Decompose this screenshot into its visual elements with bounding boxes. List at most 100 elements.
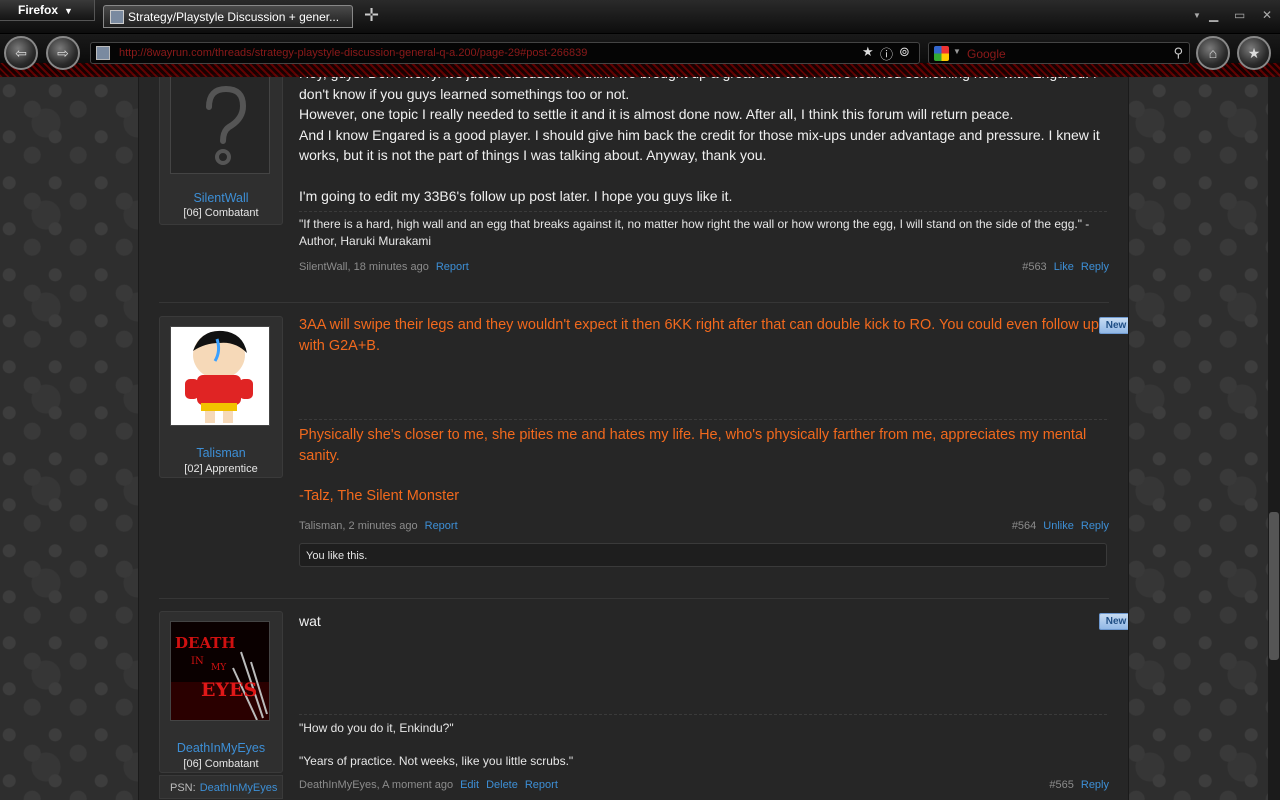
bookmarks-button[interactable]: ★ <box>1237 36 1271 70</box>
chevron-down-icon[interactable]: ▼ <box>953 47 961 56</box>
cartoon-child-icon <box>171 327 269 425</box>
signature-spacer <box>299 737 1109 753</box>
psn-label: PSN: <box>170 782 196 794</box>
likes-summary: You like this. <box>299 543 1107 567</box>
search-placeholder: Google <box>967 47 1006 61</box>
user-panel: DEATH IN MY EYES DeathInMyEyes [06] Comb… <box>159 611 283 773</box>
report-link[interactable]: Report <box>436 261 469 273</box>
avatar-text-in: IN <box>191 656 204 667</box>
close-icon[interactable]: ✕ <box>1262 8 1272 22</box>
home-button[interactable]: ⌂ <box>1196 36 1230 70</box>
avatar[interactable] <box>170 326 270 426</box>
reply-link[interactable]: Reply <box>1081 520 1109 532</box>
post-actions: #563 Like Reply <box>1022 261 1109 273</box>
info-icon[interactable]: ⓘ <box>880 44 893 63</box>
edit-link[interactable]: Edit <box>460 779 479 791</box>
reload-icon[interactable]: ⊚ <box>899 44 910 60</box>
signature-line: Physically she's closer to me, she pitie… <box>299 427 1087 464</box>
post-body: 3AA will swipe their legs and they would… <box>299 317 1099 354</box>
search-bar[interactable]: ▼ Google ⚲ <box>928 42 1190 64</box>
scrollbar-thumb[interactable] <box>1269 512 1279 660</box>
post-number[interactable]: #563 <box>1022 261 1046 273</box>
browser-tab[interactable]: Strategy/Playstyle Discussion + gener... <box>103 5 353 28</box>
post-565: New DEATH IN MY EYES DeathInMyEyes [06] … <box>139 598 1128 800</box>
signature: "If there is a hard, high wall and an eg… <box>299 217 1090 248</box>
user-panel: Talisman [02] Apprentice <box>159 316 283 478</box>
bookmark-star-icon[interactable]: ★ <box>862 44 874 60</box>
unlike-link[interactable]: Unlike <box>1043 520 1074 532</box>
site-identity-icon[interactable] <box>96 46 110 60</box>
like-link[interactable]: Like <box>1054 261 1074 273</box>
signature-spacer <box>299 467 1109 486</box>
reply-link[interactable]: Reply <box>1081 261 1109 273</box>
post-paragraph: I'm going to edit my 33B6's follow up po… <box>299 188 733 204</box>
signature-line: "How do you do it, Enkindu?" <box>299 721 454 735</box>
search-icon[interactable]: ⚲ <box>1173 45 1183 61</box>
arrow-left-icon: ⇦ <box>15 44 27 61</box>
post-spacer <box>299 166 1109 187</box>
username[interactable]: Talisman <box>160 446 282 460</box>
user-title: [06] Combatant <box>183 207 259 219</box>
post-paragraph: However, one topic I really needed to se… <box>299 106 1014 122</box>
signature-line: "Years of practice. Not weeks, like you … <box>299 754 574 768</box>
avatar-text-eyes: EYES <box>201 679 257 701</box>
firefox-menu-button[interactable]: Firefox ▼ <box>0 0 95 21</box>
reply-link[interactable]: Reply <box>1081 779 1109 791</box>
thread-content: SilentWall [06] Combatant Hey, guys! Don… <box>138 77 1129 800</box>
signature: Physically she's closer to me, she pitie… <box>299 425 1109 507</box>
avatar-text-my: MY <box>211 663 227 673</box>
user-title: [02] Apprentice <box>184 463 258 475</box>
tab-list-icon[interactable]: ▼ <box>1193 11 1201 20</box>
post-paragraph: And I know Engared is a good player. I s… <box>299 126 1100 164</box>
post-body: Hey, guys! Don't worry. It's just a disc… <box>299 77 1109 207</box>
delete-link[interactable]: Delete <box>486 779 518 791</box>
post-author-time[interactable]: Talisman, 2 minutes ago <box>299 520 418 532</box>
signature-line: -Talz, The Silent Monster <box>299 488 460 504</box>
chevron-down-icon: ▼ <box>64 6 73 16</box>
psn-value[interactable]: DeathInMyEyes <box>200 782 278 794</box>
post-meta: DeathInMyEyes, A moment ago Edit Delete Rep… <box>299 779 558 791</box>
toolbar-pattern <box>0 63 1280 77</box>
post-author-time[interactable]: SilentWall, 18 minutes ago <box>299 261 429 273</box>
home-icon: ⌂ <box>1208 45 1218 61</box>
username[interactable]: SilentWall <box>160 191 282 205</box>
avatar-text-death: DEATH <box>175 634 236 652</box>
signature-divider <box>299 419 1107 420</box>
google-icon[interactable] <box>934 46 949 61</box>
report-link[interactable]: Report <box>525 779 558 791</box>
tab-title: Strategy/Playstyle Discussion + gener... <box>128 10 340 24</box>
arrow-right-icon: ⇨ <box>57 44 69 61</box>
star-icon: ★ <box>1247 44 1261 61</box>
post-564: New Talisman [02] Apprentice 3AA will sw… <box>139 302 1128 599</box>
maximize-icon[interactable]: ▭ <box>1234 8 1245 22</box>
minimize-icon[interactable]: ▁ <box>1209 8 1218 22</box>
signature-divider <box>299 714 1107 715</box>
user-title: [06] Combatant <box>183 758 259 770</box>
new-tab-icon[interactable]: ✛ <box>364 5 379 26</box>
question-mark-icon <box>171 77 269 173</box>
post-paragraph: Hey, guys! Don't worry. It's just a disc… <box>299 77 1097 102</box>
post-meta: SilentWall, 18 minutes ago Report <box>299 261 469 273</box>
username[interactable]: DeathInMyEyes <box>160 741 282 755</box>
forward-button[interactable]: ⇨ <box>46 36 80 70</box>
scrollbar[interactable] <box>1268 77 1280 800</box>
back-button[interactable]: ⇦ <box>4 36 38 70</box>
url-text: http://8wayrun.com/threads/strategy-play… <box>119 47 588 59</box>
post-number[interactable]: #565 <box>1049 779 1073 791</box>
post-meta: Talisman, 2 minutes ago Report <box>299 520 458 532</box>
post-563: SilentWall [06] Combatant Hey, guys! Don… <box>139 77 1128 302</box>
signature: "How do you do it, Enkindu?" "Years of p… <box>299 720 1109 770</box>
avatar[interactable] <box>170 77 270 174</box>
report-link[interactable]: Report <box>425 520 458 532</box>
post-number[interactable]: #564 <box>1012 520 1036 532</box>
url-bar[interactable]: http://8wayrun.com/threads/strategy-play… <box>90 42 920 64</box>
post-body: wat <box>299 613 321 629</box>
avatar[interactable]: DEATH IN MY EYES <box>170 621 270 721</box>
post-actions: #564 Unlike Reply <box>1012 520 1109 532</box>
post-actions: #565 Reply <box>1049 779 1109 791</box>
psn-field: PSN: DeathInMyEyes <box>159 775 283 799</box>
user-panel: SilentWall [06] Combatant <box>159 77 283 225</box>
post-author-time[interactable]: DeathInMyEyes, A moment ago <box>299 779 453 791</box>
firefox-menu-label: Firefox <box>18 3 59 17</box>
signature-divider <box>299 211 1107 212</box>
